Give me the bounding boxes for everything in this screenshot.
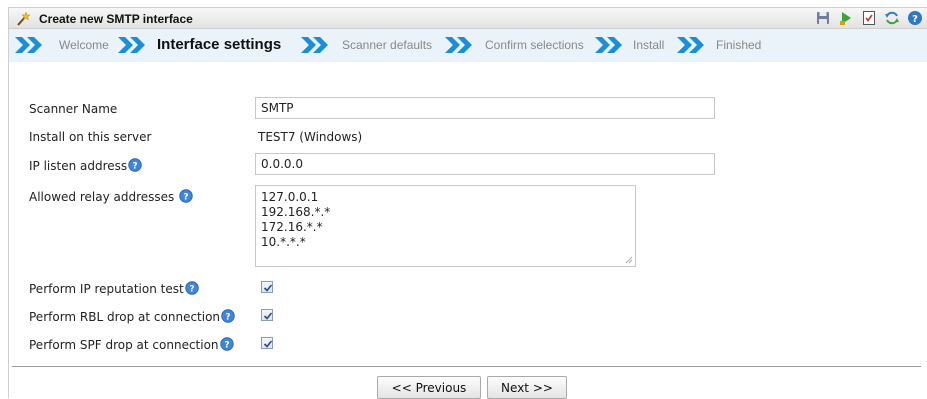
ip-listen-input[interactable] bbox=[255, 153, 715, 175]
window-title-bar: Create new SMTP interface ? bbox=[8, 7, 927, 29]
ip-listen-label: IP listen address? bbox=[29, 158, 142, 173]
install-server-value: TEST7 (Windows) bbox=[258, 130, 363, 144]
resize-grip-icon[interactable] bbox=[625, 256, 633, 264]
run-icon[interactable] bbox=[838, 10, 854, 26]
divider bbox=[12, 366, 921, 367]
step-confirm-selections: Confirm selections bbox=[485, 38, 584, 52]
relay-address-line: 192.168.*.* bbox=[261, 205, 331, 219]
ip-listen-label-text: IP listen address bbox=[29, 159, 128, 173]
step-arrow-icon bbox=[15, 37, 42, 53]
spf-drop-checkbox[interactable] bbox=[261, 337, 273, 349]
ip-reputation-label: Perform IP reputation test? bbox=[29, 281, 199, 296]
relay-label-text: Allowed relay addresses bbox=[29, 190, 175, 204]
step-interface-settings: Interface settings bbox=[157, 36, 282, 53]
help-icon[interactable]: ? bbox=[221, 309, 235, 323]
save-icon[interactable] bbox=[815, 10, 831, 26]
relay-address-line: 127.0.0.1 bbox=[261, 190, 319, 204]
scanner-name-label: Scanner Name bbox=[29, 102, 118, 116]
refresh-icon[interactable] bbox=[884, 10, 900, 26]
window-title: Create new SMTP interface bbox=[39, 12, 193, 26]
spf-drop-label: Perform SPF drop at connection? bbox=[29, 337, 234, 352]
step-arrow-icon bbox=[677, 37, 704, 53]
svg-text:?: ? bbox=[912, 14, 918, 25]
svg-text:?: ? bbox=[184, 193, 189, 203]
wizard-steps-bar: Welcome Interface settings Scanner defau… bbox=[8, 29, 927, 62]
step-arrow-icon bbox=[595, 37, 622, 53]
wizard-wand-icon bbox=[17, 11, 31, 26]
step-scanner-defaults: Scanner defaults bbox=[342, 38, 433, 52]
step-arrow-icon bbox=[301, 37, 328, 53]
step-finished: Finished bbox=[716, 38, 762, 52]
help-icon[interactable]: ? bbox=[184, 281, 199, 295]
step-arrow-icon bbox=[118, 37, 145, 53]
rbl-drop-label-text: Perform RBL drop at connection bbox=[29, 310, 221, 324]
svg-text:?: ? bbox=[133, 162, 138, 172]
next-button[interactable]: Next >> bbox=[487, 376, 567, 399]
install-server-label: Install on this server bbox=[29, 130, 152, 144]
ip-reputation-checkbox[interactable] bbox=[261, 281, 273, 293]
step-welcome: Welcome bbox=[59, 38, 109, 52]
help-icon[interactable]: ? bbox=[128, 158, 142, 172]
relay-address-line: 10.*.*.* bbox=[261, 235, 306, 249]
rbl-drop-label: Perform RBL drop at connection? bbox=[29, 309, 235, 324]
previous-button[interactable]: << Previous bbox=[377, 376, 481, 399]
svg-text:?: ? bbox=[189, 285, 194, 295]
toolbar-icons: ? bbox=[815, 10, 927, 28]
ip-reputation-label-text: Perform IP reputation test bbox=[29, 282, 184, 296]
step-install: Install bbox=[633, 38, 665, 52]
spf-drop-label-text: Perform SPF drop at connection bbox=[29, 338, 219, 352]
step-arrow-icon bbox=[445, 37, 472, 53]
relay-addresses-textarea[interactable]: 127.0.0.1 192.168.*.* 172.16.*.* 10.*.*.… bbox=[255, 185, 636, 267]
help-icon[interactable]: ? bbox=[219, 337, 234, 351]
relay-address-line: 172.16.*.* bbox=[261, 220, 323, 234]
checklist-icon[interactable] bbox=[861, 10, 877, 26]
help-icon[interactable]: ? bbox=[179, 189, 193, 203]
svg-text:?: ? bbox=[225, 313, 230, 323]
scanner-name-input[interactable] bbox=[255, 97, 715, 119]
rbl-drop-checkbox[interactable] bbox=[261, 309, 273, 321]
relay-label: Allowed relay addresses ? bbox=[29, 189, 193, 204]
svg-text:?: ? bbox=[224, 341, 229, 351]
help-icon[interactable]: ? bbox=[907, 10, 923, 26]
